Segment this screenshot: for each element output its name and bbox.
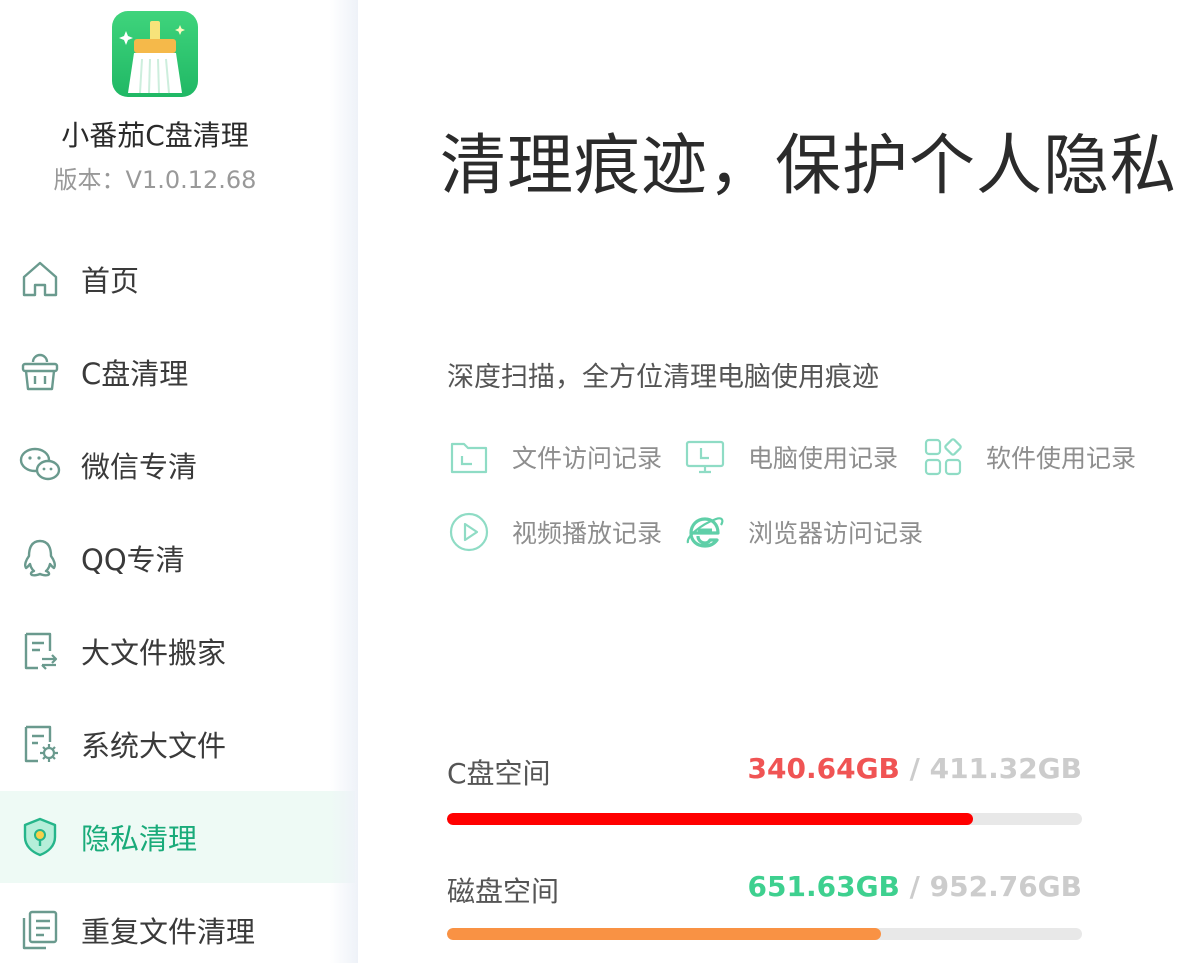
sidebar-item-label: 重复文件清理 [81,915,256,949]
c-drive-used: 340.64GB [747,752,900,785]
c-drive-space-values: 340.64GB / 411.32GB [748,752,1082,785]
feature-label: 软件使用记录 [986,444,1137,473]
duplicate-file-icon [22,910,58,950]
privacy-shield-icon [23,817,57,857]
disk-progress-bar [447,928,1082,940]
feature-item: 浏览器访问记录 [684,510,923,554]
feature-item: 软件使用记录 [922,435,1136,479]
feature-label: 视频播放记录 [512,519,663,548]
app-version: 版本：V1.0.12.68 [53,166,257,194]
feature-label: 电脑使用记录 [748,444,899,473]
sidebar-item-label: C盘清理 [81,357,189,391]
folder-icon [450,442,488,474]
wechat-icon [19,447,61,481]
sidebar-item-label: 微信专清 [81,450,198,484]
sidebar-item-large-file-move[interactable]: 大文件搬家 [0,605,355,697]
monitor-icon [685,440,725,474]
page-title: 清理痕迹，保护个人隐私 [440,127,1177,204]
feature-item: 电脑使用记录 [684,435,898,479]
feature-item: 视频播放记录 [448,510,662,554]
sidebar-item-home[interactable]: 首页 [0,233,355,325]
sidebar-item-duplicate-file[interactable]: 重复文件清理 [0,884,355,963]
sidebar-item-privacy[interactable]: 隐私清理 [0,791,355,883]
system-file-icon [24,725,58,763]
disk-space-values: 651.63GB / 952.76GB [748,870,1082,903]
disk-progress-fill [447,928,882,940]
sidebar-item-wechat[interactable]: 微信专清 [0,419,355,511]
sidebar-item-system-large-file[interactable]: 系统大文件 [0,698,355,790]
c-drive-total: 411.32GB [929,752,1082,785]
page-subtitle: 深度扫描，全方位清理电脑使用痕迹 [447,362,879,393]
broom-icon [119,21,185,94]
app-logo [112,11,198,97]
sidebar-item-label: QQ专清 [81,543,185,577]
basket-icon [21,353,59,391]
disk-used: 651.63GB [747,870,900,903]
sidebar-item-label: 隐私清理 [81,822,198,856]
disk-total: 952.76GB [929,870,1082,903]
feature-item: 文件访问记录 [448,435,662,479]
play-icon [449,512,489,552]
apps-grid-icon [924,438,962,476]
sidebar-item-c-drive[interactable]: C盘清理 [0,326,355,418]
feature-label: 文件访问记录 [512,444,663,473]
browser-ie-icon [686,517,724,548]
c-drive-separator: / [899,752,930,785]
feature-label: 浏览器访问记录 [748,519,924,548]
c-drive-progress-fill [447,813,973,825]
sidebar: 小番茄C盘清理 版本：V1.0.12.68 首页 C盘清理 微信专清 QQ专清 [0,0,355,963]
c-drive-progress-bar [447,813,1082,825]
sidebar-divider [330,0,358,963]
sidebar-item-label: 大文件搬家 [81,636,227,670]
sidebar-item-qq[interactable]: QQ专清 [0,512,355,604]
file-move-icon [24,632,58,670]
sidebar-item-label: 系统大文件 [81,729,227,763]
disk-separator: / [899,870,930,903]
home-icon [22,261,58,297]
disk-space-label: 磁盘空间 [447,875,560,908]
app-name: 小番茄C盘清理 [61,119,249,152]
c-drive-space-label: C盘空间 [447,757,551,790]
sidebar-item-label: 首页 [81,264,140,298]
qq-icon [24,539,56,577]
